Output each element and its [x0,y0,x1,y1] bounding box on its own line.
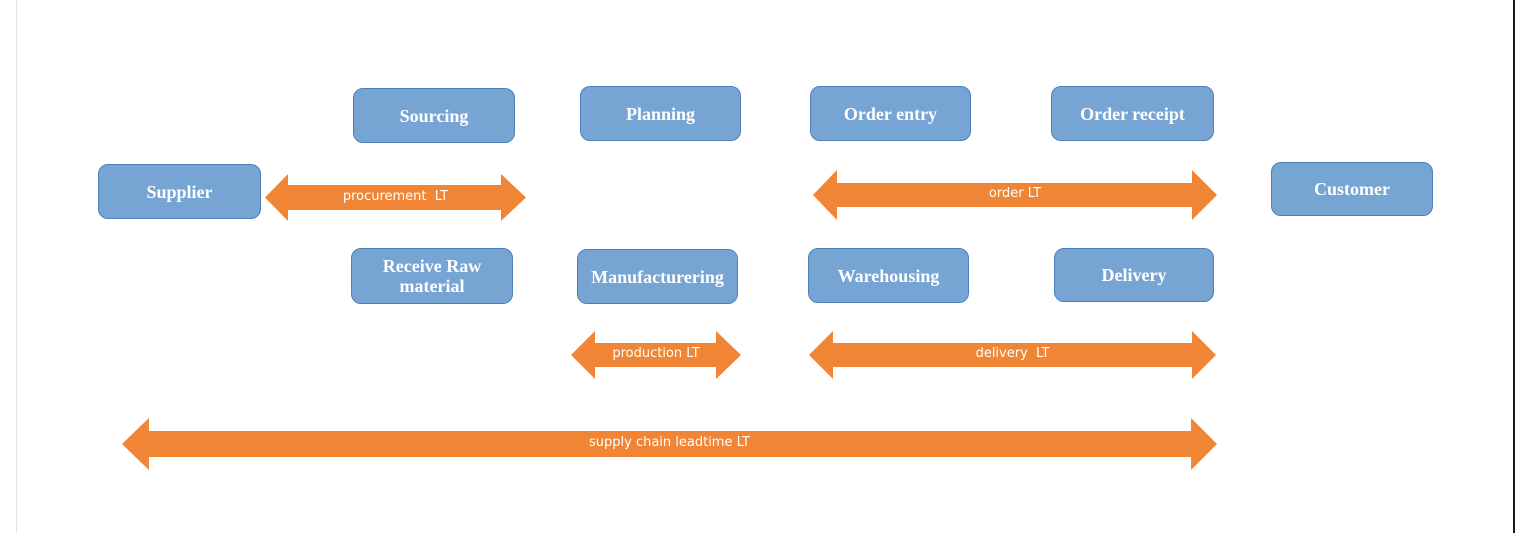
node-customer-label: Customer [1314,179,1390,199]
node-order-receipt: Order receipt [1051,86,1214,141]
node-order-entry-label: Order entry [843,103,938,124]
page-frame-right-edge [1513,0,1515,533]
node-supplier: Supplier [98,164,261,219]
node-supplier-label: Supplier [146,181,213,202]
arrow-procurement-lt: procurement LT [265,174,526,221]
node-delivery: Delivery [1054,248,1214,302]
arrow-supply-chain-leadtime-lt: supply chain leadtime LT [122,418,1217,470]
node-receive-raw-material-label-line2: material [399,276,465,296]
node-warehousing-label: Warehousing [837,265,940,286]
node-sourcing-label: Sourcing [399,105,469,126]
arrow-production-lt-label: production LT [612,346,700,361]
node-order-receipt-label: Order receipt [1080,103,1185,124]
node-delivery-label: Delivery [1101,265,1167,285]
arrow-order-lt: order LT [813,170,1217,220]
node-warehousing: Warehousing [808,248,969,303]
node-manufacturing: Manufacturering [577,249,738,304]
node-receive-raw-material: Receive Raw material [351,248,513,304]
node-sourcing: Sourcing [353,88,515,143]
node-planning-label: Planning [625,103,696,124]
node-planning: Planning [580,86,741,141]
arrow-supply-chain-leadtime-lt-label: supply chain leadtime LT [588,435,750,450]
page-frame-left-edge [16,0,17,533]
arrow-order-lt-label: order LT [988,186,1042,201]
arrow-production-lt: production LT [571,331,741,379]
node-order-entry: Order entry [810,86,971,141]
arrow-procurement-lt-label: procurement LT [342,189,449,204]
arrow-delivery-lt: delivery LT [809,331,1216,379]
node-manufacturing-label: Manufacturering [591,266,724,287]
node-customer: Customer [1271,162,1433,216]
arrow-delivery-lt-label: delivery LT [975,346,1050,361]
node-receive-raw-material-label-line1: Receive Raw [382,256,482,276]
